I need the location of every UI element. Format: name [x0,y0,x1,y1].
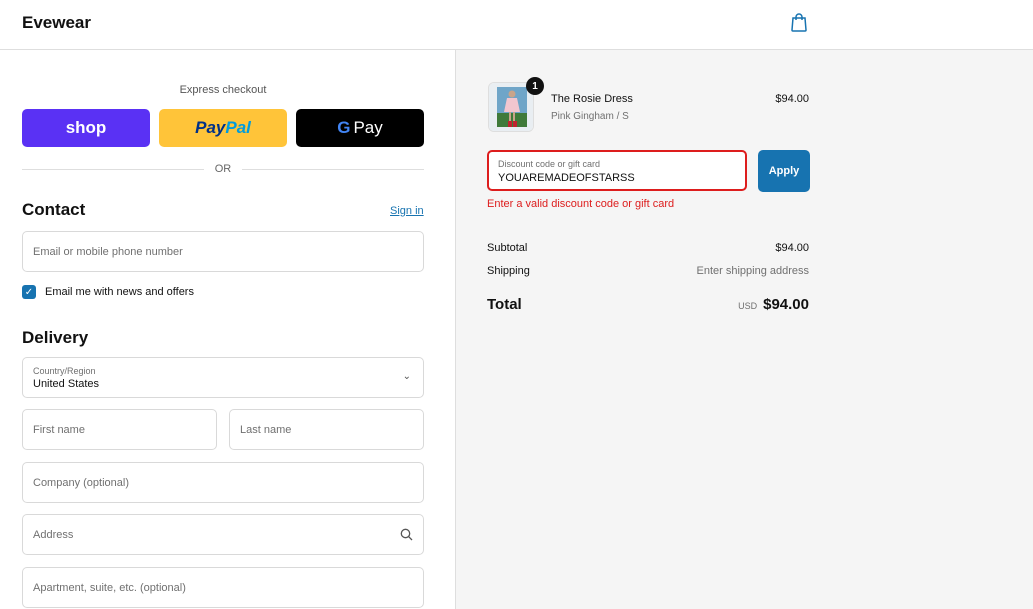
discount-value: YOUAREMADEOFSTARSS [498,172,635,184]
apartment-field[interactable]: Apartment, suite, etc. (optional) [22,567,424,608]
newsletter-checkbox-row[interactable]: ✓ Email me with news and offers [22,285,194,299]
product-price: $94.00 [775,93,809,105]
sign-in-link[interactable]: Sign in [390,205,424,217]
divider-line [242,169,424,170]
last-name-placeholder: Last name [240,424,292,436]
shop-pay-button[interactable]: shop [22,109,150,147]
newsletter-checkbox[interactable]: ✓ [22,285,36,299]
country-select[interactable]: Country/Region United States ⌄ [22,357,424,398]
total-price: USD $94.00 [738,296,809,313]
discount-code-input[interactable]: Discount code or gift card YOUAREMADEOFS… [487,150,747,191]
newsletter-label: Email me with news and offers [45,286,194,298]
address-placeholder: Address [33,529,74,541]
google-pay-label: Pay [353,118,383,137]
country-value: United States [33,378,100,390]
paypal-logo-pay: Pay [195,118,226,137]
paypal-logo-pal: Pal [225,118,251,137]
first-name-field[interactable]: First name [22,409,217,450]
shopping-bag-icon[interactable] [790,12,808,32]
or-divider: OR [22,162,424,176]
search-icon [400,528,413,541]
delivery-title: Delivery [22,328,89,347]
total-label: Total [487,296,522,313]
address-field[interactable]: Address [22,514,424,555]
checkout-form: Express checkout shop Pay Pal G Pay OR Con… [0,50,455,609]
total-amount: $94.00 [763,296,809,313]
apartment-placeholder: Apartment, suite, etc. (optional) [33,582,186,594]
apply-button[interactable]: Apply [758,150,810,192]
email-field[interactable]: Email or mobile phone number [22,231,424,272]
shop-pay-logo: shop [65,118,107,137]
last-name-field[interactable]: Last name [229,409,424,450]
shipping-value: Enter shipping address [696,265,809,277]
discount-label: Discount code or gift card [498,159,601,169]
discount-error-message: Enter a valid discount code or gift card [487,198,675,210]
country-label: Country/Region [33,366,96,376]
google-pay-button[interactable]: G Pay [296,109,424,147]
contact-title: Contact [22,200,86,219]
brand-logo[interactable]: Evewear [22,13,91,33]
product-variant: Pink Gingham / S [551,111,629,122]
subtotal-value: $94.00 [775,242,809,254]
company-field[interactable]: Company (optional) [22,462,424,503]
subtotal-label: Subtotal [487,242,528,254]
quantity-badge: 1 [526,77,544,95]
first-name-placeholder: First name [33,424,85,436]
company-placeholder: Company (optional) [33,477,129,489]
header: Evewear [0,0,1033,50]
express-checkout-label: Express checkout [179,84,267,96]
product-name: The Rosie Dress [551,93,633,105]
chevron-down-icon: ⌄ [402,371,411,382]
total-currency: USD [738,301,758,311]
email-placeholder: Email or mobile phone number [33,246,183,258]
shipping-label: Shipping [487,265,530,277]
order-summary: 1 The Rosie Dress Pink Gingham / S $94.0… [455,50,1033,609]
paypal-button[interactable]: Pay Pal [159,109,287,147]
google-g-icon: G [337,118,351,137]
